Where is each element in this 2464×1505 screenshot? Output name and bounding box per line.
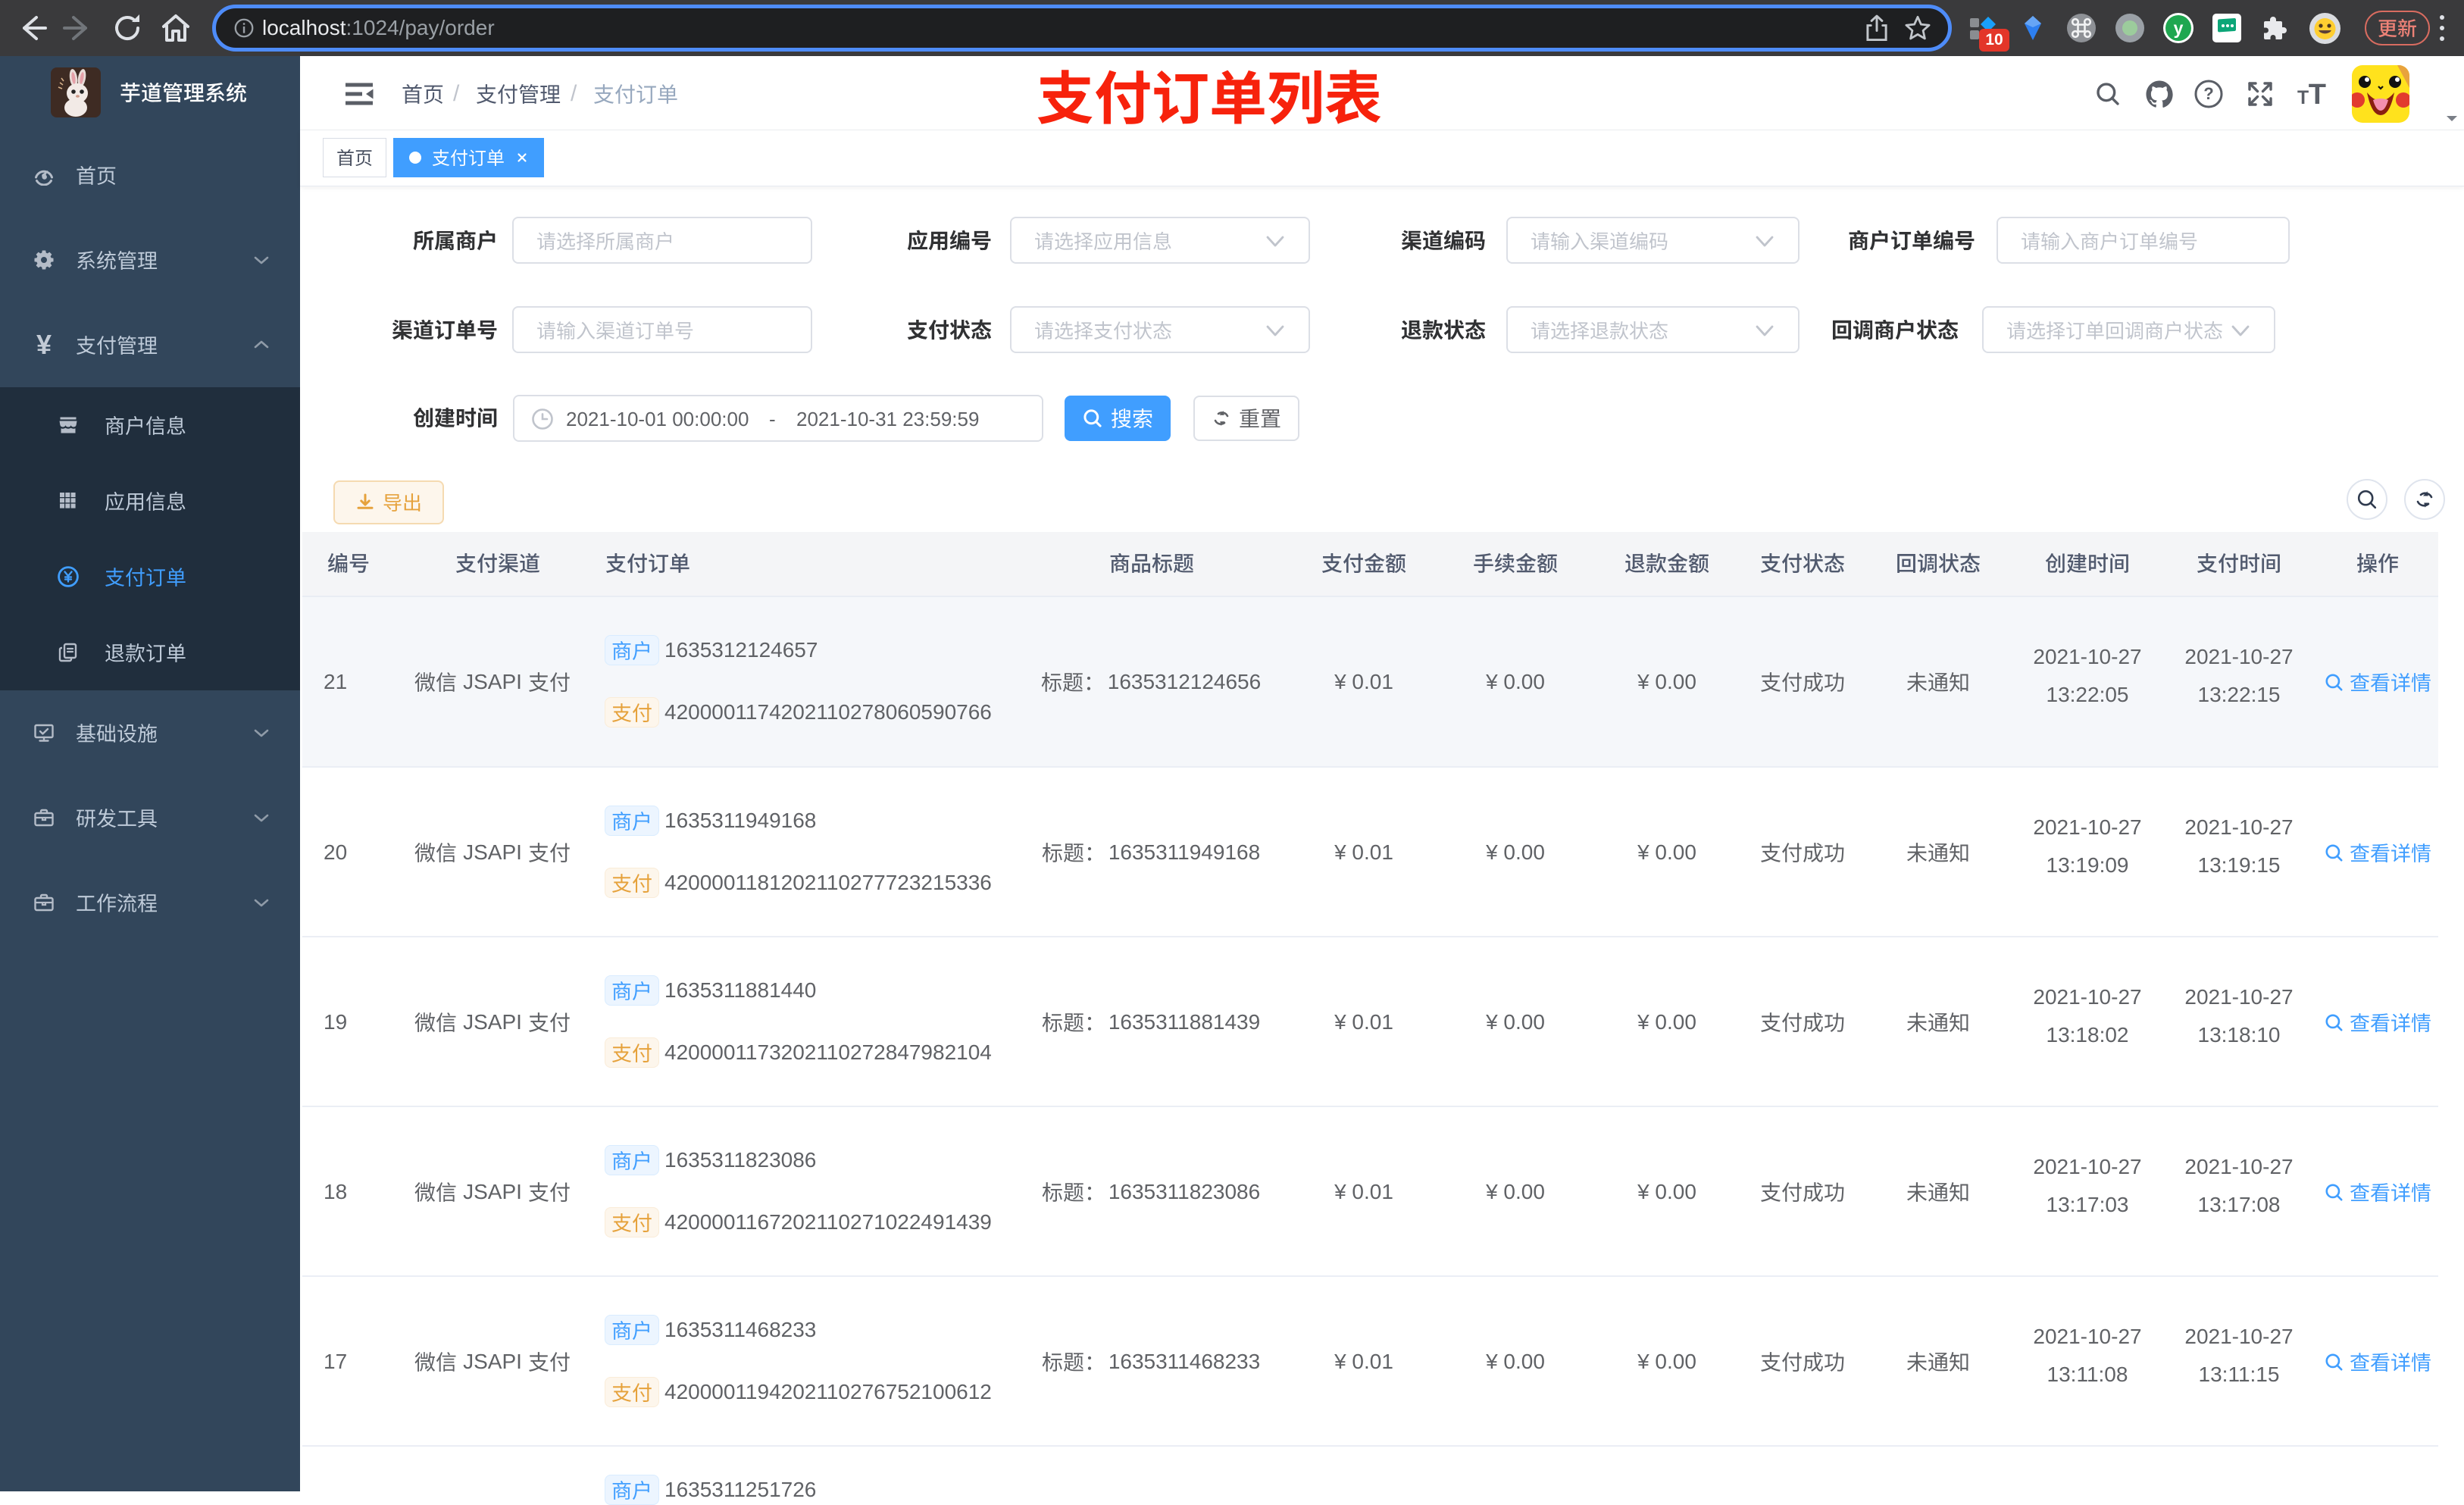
svg-text:y: y — [2174, 18, 2184, 38]
svg-text:T: T — [2309, 79, 2326, 109]
svg-text:?: ? — [2203, 84, 2213, 103]
svg-text:T: T — [2297, 88, 2309, 108]
